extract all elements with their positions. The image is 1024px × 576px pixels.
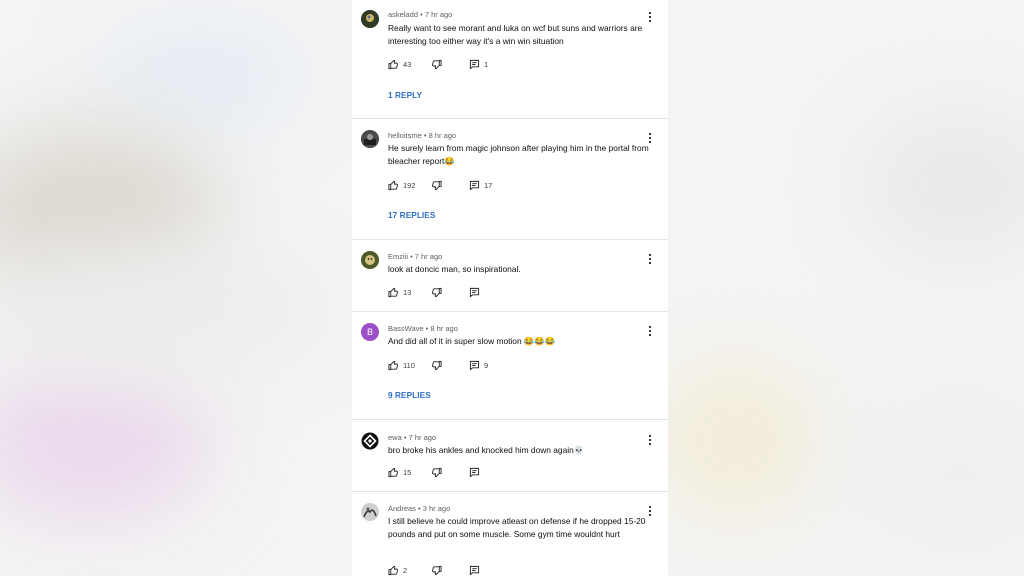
reply-button[interactable] (469, 466, 480, 478)
avatar[interactable] (361, 432, 379, 450)
avatar[interactable] (361, 130, 379, 148)
comments-panel: askeladd • 7 hr ago Really want to see m… (352, 0, 668, 576)
reply-count: 1 (484, 59, 489, 69)
comment-actions: 2 (388, 564, 588, 576)
dislike-button[interactable] (431, 58, 442, 70)
thumbs-up-icon (388, 565, 398, 575)
timestamp: 7 hr ago (408, 433, 437, 442)
timestamp: 7 hr ago (414, 252, 443, 261)
comment-item: B BassWave • 8 hr ago And did all of it … (352, 312, 668, 420)
comment-actions: 43 1 (388, 58, 588, 70)
comment-icon (469, 59, 480, 69)
thumbs-up-icon (388, 360, 398, 370)
like-button[interactable]: 110 (388, 359, 415, 371)
comment-header: helloitsme • 8 hr ago (388, 131, 457, 140)
comment-actions: 110 9 (388, 359, 588, 371)
like-count: 2 (403, 565, 408, 575)
like-count: 43 (403, 59, 412, 69)
comment-text: bro broke his ankles and knocked him dow… (388, 445, 585, 455)
like-button[interactable]: 43 (388, 58, 411, 70)
view-replies-link[interactable]: 17 REPLIES (388, 211, 435, 220)
like-count: 15 (403, 467, 412, 477)
avatar[interactable] (361, 251, 379, 269)
dislike-button[interactable] (431, 466, 442, 478)
thumbs-down-icon (432, 287, 442, 297)
dislike-button[interactable] (431, 286, 442, 298)
avatar[interactable] (361, 503, 379, 521)
author-name[interactable]: askeladd (388, 10, 418, 19)
like-count: 110 (403, 360, 415, 370)
thumbs-down-icon (432, 360, 442, 370)
like-button[interactable]: 15 (388, 466, 411, 478)
reply-count: 9 (484, 360, 489, 370)
comment-item: Emziii • 7 hr ago look at doncic man, so… (352, 240, 668, 312)
like-count: 192 (403, 180, 416, 190)
view-replies-link[interactable]: 1 REPLY (388, 91, 422, 100)
dislike-button[interactable] (431, 179, 442, 191)
author-name[interactable]: Andreas (388, 504, 416, 513)
timestamp: 8 hr ago (428, 131, 457, 140)
comment-item: ewa • 7 hr ago bro broke his ankles and … (352, 420, 668, 492)
comment-item: Andreas • 3 hr ago I still believe he co… (352, 492, 668, 576)
like-count: 13 (403, 287, 412, 297)
avatar[interactable]: B (361, 323, 379, 341)
comment-icon (469, 565, 480, 575)
comment-header: Emziii • 7 hr ago (388, 252, 443, 261)
comment-text: He surely learn from magic johnson after… (388, 143, 649, 166)
reply-button[interactable] (469, 564, 480, 576)
comment-text: I still believe he could improve atleast… (388, 516, 646, 539)
reply-button[interactable] (469, 286, 480, 298)
author-name[interactable]: helloitsme (388, 131, 422, 140)
thumbs-up-icon (388, 59, 398, 69)
like-button[interactable]: 2 (388, 564, 407, 576)
thumbs-down-icon (432, 565, 442, 575)
thumbs-up-icon (388, 467, 398, 477)
comment-header: BassWave • 8 hr ago (388, 324, 458, 333)
comment-icon (469, 360, 480, 370)
reply-button[interactable]: 1 (469, 58, 488, 70)
author-name[interactable]: Emziii (388, 252, 408, 261)
dislike-button[interactable] (431, 359, 442, 371)
reply-button[interactable]: 9 (469, 359, 488, 371)
thumbs-up-icon (388, 287, 398, 297)
comment-icon (469, 467, 480, 477)
avatar[interactable] (361, 10, 379, 28)
comment-text: look at doncic man, so inspirational. (388, 264, 521, 274)
comment-text: Really want to see morant and luka on wc… (388, 23, 643, 46)
like-button[interactable]: 13 (388, 286, 411, 298)
comment-item: askeladd • 7 hr ago Really want to see m… (352, 0, 668, 119)
comment-icon (469, 180, 480, 190)
thumbs-down-icon (432, 467, 442, 477)
thumbs-up-icon (388, 180, 398, 190)
comment-icon (469, 287, 480, 297)
like-button[interactable]: 192 (388, 179, 416, 191)
comment-actions: 15 (388, 466, 588, 478)
comment-actions: 192 17 (388, 179, 588, 191)
dislike-button[interactable] (431, 564, 442, 576)
thumbs-down-icon (432, 59, 442, 69)
author-name[interactable]: ewa (388, 433, 402, 442)
comment-header: ewa • 7 hr ago (388, 433, 437, 442)
reply-button[interactable]: 17 (469, 179, 492, 191)
comment-text: And did all of it in super slow motion 😂… (388, 336, 556, 346)
avatar-letter: B (366, 327, 373, 337)
comment-actions: 13 (388, 286, 588, 298)
comment-header: Andreas • 3 hr ago (388, 504, 451, 513)
comment-header: askeladd • 7 hr ago (388, 10, 453, 19)
view-replies-link[interactable]: 9 REPLIES (388, 391, 431, 400)
timestamp: 7 hr ago (424, 10, 453, 19)
timestamp: 8 hr ago (430, 324, 458, 333)
reply-count: 17 (484, 180, 493, 190)
comment-item: helloitsme • 8 hr ago He surely learn fr… (352, 119, 668, 240)
thumbs-down-icon (432, 180, 442, 190)
timestamp: 3 hr ago (422, 504, 451, 513)
author-name[interactable]: BassWave (388, 324, 424, 333)
